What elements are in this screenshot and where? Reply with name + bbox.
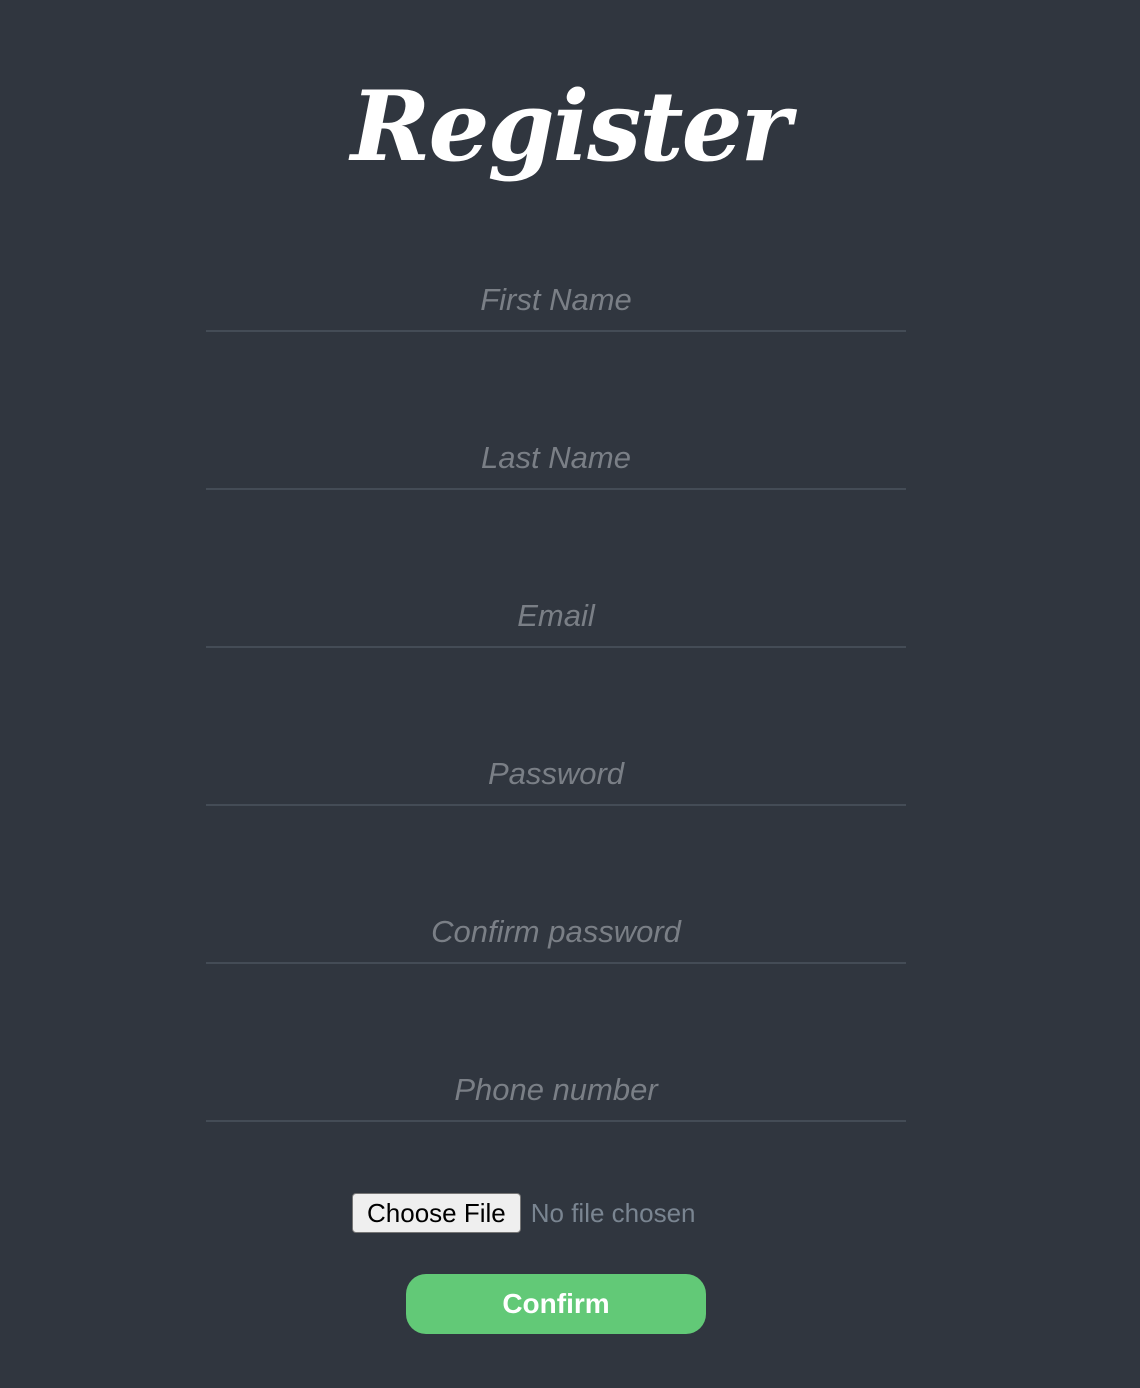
first-name-input[interactable] <box>206 270 906 330</box>
last-name-field[interactable] <box>206 428 906 490</box>
phone-number-field[interactable] <box>206 1060 906 1122</box>
email-field[interactable] <box>206 586 906 648</box>
first-name-field[interactable] <box>206 270 906 332</box>
phone-number-input[interactable] <box>206 1060 906 1120</box>
last-name-input[interactable] <box>206 428 906 488</box>
confirm-password-input[interactable] <box>206 902 906 962</box>
email-input[interactable] <box>206 586 906 646</box>
confirm-button[interactable]: Confirm <box>406 1274 706 1334</box>
confirm-password-field[interactable] <box>206 902 906 964</box>
choose-file-button[interactable]: Choose File <box>352 1193 521 1233</box>
page-title: Register <box>350 70 792 183</box>
password-input[interactable] <box>206 744 906 804</box>
file-upload: Choose File No file chosen <box>352 1192 696 1234</box>
file-status-text: No file chosen <box>530 1197 696 1228</box>
password-field[interactable] <box>206 744 906 806</box>
